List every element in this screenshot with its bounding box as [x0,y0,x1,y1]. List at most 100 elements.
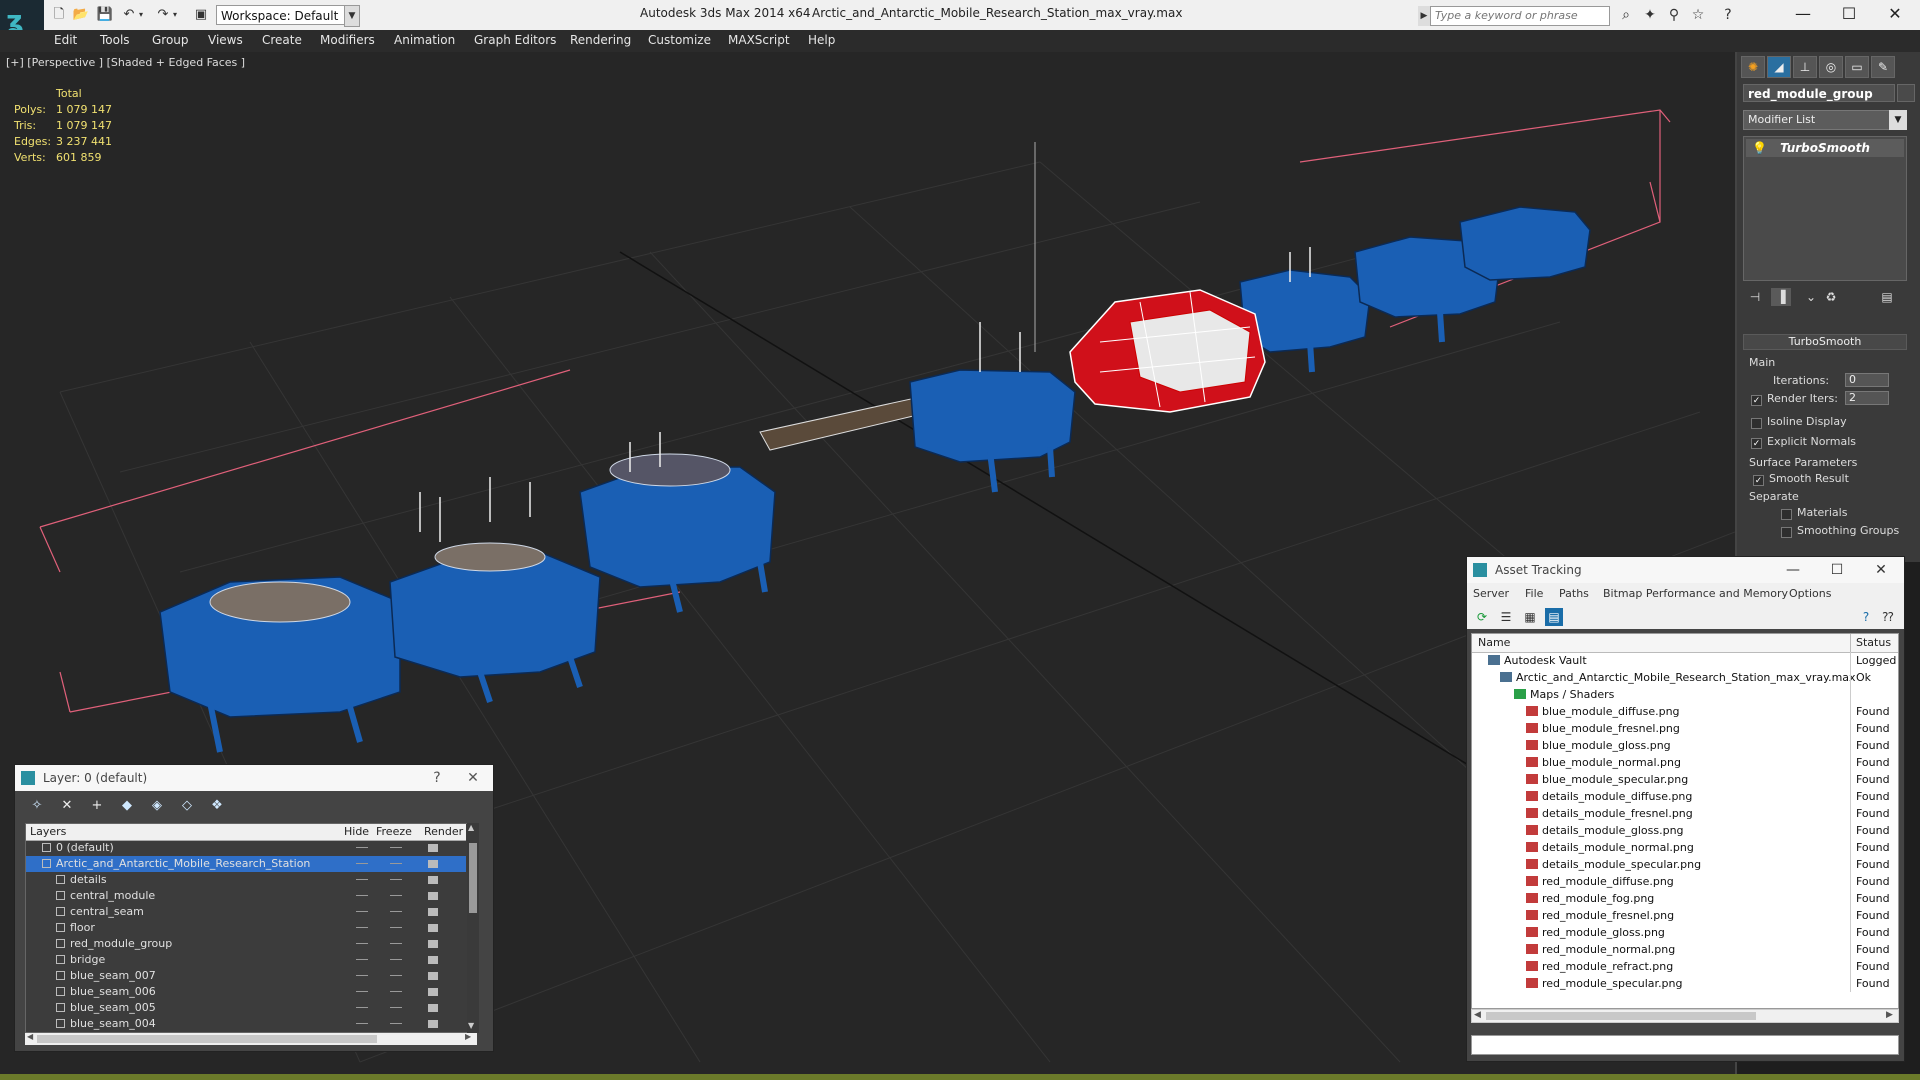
favorites-star-icon[interactable]: ☆ [1688,6,1708,24]
menu-create[interactable]: Create [262,33,302,47]
layer-row[interactable]: Arctic_and_Antarctic_Mobile_Research_Sta… [26,856,466,872]
hide-toggle[interactable] [356,959,368,960]
close-button[interactable]: ✕ [1872,0,1918,28]
freeze-toggle[interactable] [390,975,402,976]
workspace-selector[interactable]: Workspace: Default [216,5,356,25]
freeze-toggle[interactable] [390,943,402,944]
menu-help[interactable]: Help [808,33,835,47]
menu-views[interactable]: Views [208,33,243,47]
menu-customize[interactable]: Customize [648,33,711,47]
chevron-down-icon[interactable]: ▼ [1889,110,1907,130]
asset-row[interactable]: details_module_gloss.png Found [1472,822,1898,839]
remove-modifier-icon[interactable]: ♻ [1821,288,1841,306]
list-view-icon[interactable]: ☰ [1497,608,1515,626]
highlight-selected-icon[interactable]: ◈ [147,797,167,815]
isoline-display-checkbox[interactable] [1751,418,1762,429]
smoothing-groups-checkbox[interactable] [1781,527,1792,538]
scroll-right-icon[interactable]: ▶ [1886,1010,1893,1020]
asset-menu-paths[interactable]: Paths [1559,587,1589,600]
column-layers[interactable]: Layers [30,825,66,838]
render-iters-checkbox[interactable]: ✓ [1751,395,1762,406]
layer-row[interactable]: central_module [26,888,466,904]
render-teapot-icon[interactable] [428,988,438,996]
create-layer-icon[interactable]: ✧ [27,797,47,815]
freeze-toggle[interactable] [390,959,402,960]
hide-toggle[interactable] [356,879,368,880]
asset-row[interactable]: details_module_normal.png Found [1472,839,1898,856]
layer-row[interactable]: blue_seam_006 [26,984,466,1000]
select-objects-icon[interactable]: ◆ [117,797,137,815]
hide-toggle[interactable] [356,943,368,944]
column-status[interactable]: Status [1856,636,1891,649]
scroll-right-icon[interactable]: ▶ [465,1032,471,1041]
asset-menu-server[interactable]: Server [1473,587,1509,600]
column-hide[interactable]: Hide [344,825,369,838]
menu-group[interactable]: Group [152,33,189,47]
binoculars-icon[interactable]: ⌕ [1616,6,1636,24]
asset-menu-bitmap-performance[interactable]: Bitmap Performance and Memory [1603,587,1788,600]
hide-toggle[interactable] [356,1023,368,1024]
layer-row[interactable]: blue_seam_004 [26,1016,466,1032]
pin-stack-icon[interactable]: ⊣ [1745,288,1765,306]
utilities-tab-icon[interactable]: ✎ [1871,56,1895,78]
layer-close-button[interactable]: ✕ [455,765,491,791]
freeze-all-layers-icon[interactable]: ❖ [207,797,227,815]
materials-checkbox[interactable] [1781,509,1792,520]
column-freeze[interactable]: Freeze [376,825,412,838]
render-teapot-icon[interactable] [428,908,438,916]
layer-row[interactable]: 0 (default) [26,840,466,856]
menu-edit[interactable]: Edit [54,33,77,47]
asset-row[interactable]: blue_module_diffuse.png Found [1472,703,1898,720]
layer-row[interactable]: blue_seam_007 [26,968,466,984]
freeze-toggle[interactable] [390,991,402,992]
layer-help-button[interactable]: ? [419,765,455,791]
menu-maxscript[interactable]: MAXScript [728,33,790,47]
render-teapot-icon[interactable] [428,860,438,868]
object-color-swatch[interactable] [1897,84,1915,102]
hide-toggle[interactable] [356,975,368,976]
search-input[interactable] [1430,6,1610,26]
chevron-down-icon[interactable]: ▼ [344,5,360,27]
configure-sets-icon[interactable]: ▤ [1877,288,1897,306]
asset-row[interactable]: red_module_fog.png Found [1472,890,1898,907]
freeze-toggle[interactable] [390,1007,402,1008]
scroll-up-icon[interactable]: ▲ [468,823,474,832]
asset-row[interactable]: Arctic_and_Antarctic_Mobile_Research_Sta… [1472,669,1898,686]
display-tab-icon[interactable]: ▭ [1845,56,1869,78]
asset-row[interactable]: blue_module_gloss.png Found [1472,737,1898,754]
lightbulb-icon[interactable]: 💡 [1752,139,1767,157]
stack-item-turbosmooth[interactable]: 💡 TurboSmooth [1746,139,1904,157]
subscription-icon[interactable]: ✦ [1640,6,1660,24]
freeze-toggle[interactable] [390,927,402,928]
render-teapot-icon[interactable] [428,956,438,964]
add-to-layer-icon[interactable]: + [87,797,107,815]
asset-row[interactable]: red_module_diffuse.png Found [1472,873,1898,890]
scroll-left-icon[interactable]: ◀ [1474,1010,1481,1020]
hide-toggle[interactable] [356,991,368,992]
explicit-normals-checkbox[interactable]: ✓ [1751,438,1762,449]
new-file-icon[interactable]: 🗋 [50,6,68,24]
menu-graph-editors[interactable]: Graph Editors [474,33,556,47]
asset-menu-options[interactable]: Options [1789,587,1831,600]
turbosmooth-rollout-header[interactable]: TurboSmooth [1743,334,1907,350]
thumbnail-view-icon[interactable]: ▦ [1521,608,1539,626]
table-view-icon[interactable]: ▤ [1545,608,1563,626]
asset-scroll-thumb[interactable] [1486,1012,1756,1020]
layer-row[interactable]: bridge [26,952,466,968]
menu-rendering[interactable]: Rendering [570,33,631,47]
asset-row[interactable]: Maps / Shaders [1472,686,1898,703]
communication-icon[interactable]: ⚲ [1664,6,1684,24]
save-file-icon[interactable]: 💾 [96,6,114,24]
delete-layer-icon[interactable]: ✕ [57,797,77,815]
hide-toggle[interactable] [356,863,368,864]
layer-row[interactable]: details [26,872,466,888]
asset-maximize-button[interactable]: ☐ [1815,557,1859,583]
menu-modifiers[interactable]: Modifiers [320,33,375,47]
maximize-button[interactable]: ☐ [1826,0,1872,28]
freeze-toggle[interactable] [390,1023,402,1024]
render-teapot-icon[interactable] [428,1020,438,1028]
context-help-icon[interactable]: ⁇ [1879,608,1897,626]
refresh-icon[interactable]: ⟳ [1473,608,1491,626]
asset-horizontal-scrollbar[interactable]: ◀ ▶ [1471,1009,1899,1023]
layer-horizontal-scrollbar[interactable]: ◀ ▶ [25,1032,477,1045]
